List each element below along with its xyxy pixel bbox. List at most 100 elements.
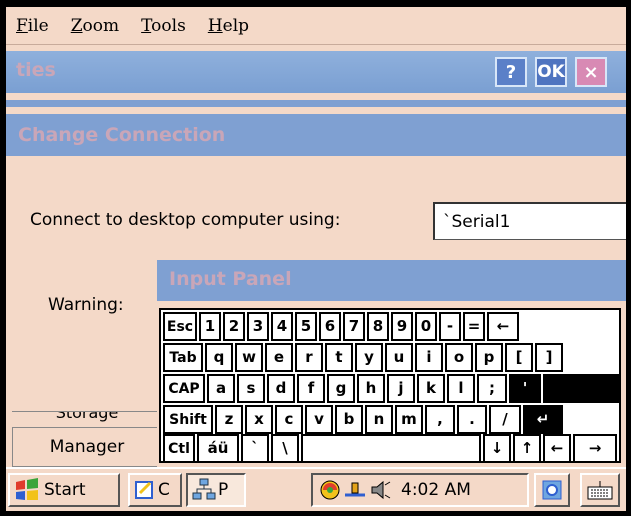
key-tab[interactable]: Tab: [163, 343, 203, 372]
close-button[interactable]: ×: [575, 57, 607, 87]
system-tray: 4:02 AM: [311, 473, 529, 507]
menu-tools[interactable]: Tools: [141, 16, 186, 36]
key-z[interactable]: z: [215, 405, 243, 434]
taskbar-item-p[interactable]: P: [186, 473, 246, 507]
connection-combo-value: `Serial1: [443, 212, 511, 232]
key-right[interactable]: →: [573, 434, 617, 463]
window-title-bar: ties ? OK ×: [6, 51, 626, 93]
key-i[interactable]: i: [415, 343, 443, 372]
key-r[interactable]: r: [295, 343, 323, 372]
warning-label: Warning:: [48, 295, 124, 315]
key-a[interactable]: a: [207, 374, 235, 403]
connect-label: Connect to desktop computer using:: [30, 210, 341, 230]
key-p[interactable]: p: [475, 343, 503, 372]
key-8[interactable]: 8: [367, 312, 389, 341]
key-f[interactable]: f: [297, 374, 325, 403]
key-equals[interactable]: =: [463, 312, 485, 341]
help-button[interactable]: ?: [495, 57, 527, 87]
key-enter-extension[interactable]: [543, 374, 619, 403]
menu-bar: File Zoom Tools Help: [6, 7, 626, 45]
key-period[interactable]: .: [457, 405, 487, 434]
key-semicolon[interactable]: ;: [477, 374, 507, 403]
key-o[interactable]: o: [445, 343, 473, 372]
title-separator: [6, 100, 626, 107]
key-apostrophe[interactable]: ': [509, 374, 541, 403]
desktop-button[interactable]: [534, 473, 570, 507]
key-u[interactable]: u: [385, 343, 413, 372]
key-backtick[interactable]: `: [241, 434, 269, 463]
key-left[interactable]: ←: [543, 434, 571, 463]
key-6[interactable]: 6: [319, 312, 341, 341]
key-w[interactable]: w: [235, 343, 263, 372]
volume-icon[interactable]: [369, 479, 393, 501]
key-0[interactable]: 0: [415, 312, 437, 341]
input-panel-toggle[interactable]: [580, 473, 620, 507]
key-caps-lock[interactable]: CAP: [163, 374, 205, 403]
key-v[interactable]: v: [305, 405, 333, 434]
key-down[interactable]: ↓: [483, 434, 511, 463]
key-h[interactable]: h: [357, 374, 385, 403]
ok-button[interactable]: OK: [535, 57, 567, 87]
key-backspace[interactable]: ←: [487, 312, 519, 341]
storage-label: Storage: [55, 411, 119, 422]
key-g[interactable]: g: [327, 374, 355, 403]
key-3[interactable]: 3: [247, 312, 269, 341]
clock[interactable]: 4:02 AM: [401, 480, 471, 500]
key-m[interactable]: m: [395, 405, 423, 434]
key-accents[interactable]: áü: [197, 434, 239, 463]
input-panel-title-bar: Input Panel: [157, 260, 626, 301]
key-ctrl[interactable]: Ctl: [163, 434, 195, 463]
manager-item[interactable]: Manager: [12, 427, 162, 467]
key-open-bracket[interactable]: [: [505, 343, 533, 372]
section-header: Change Connection: [6, 114, 626, 156]
taskbar-item-c[interactable]: C: [128, 473, 182, 507]
input-panel-title: Input Panel: [169, 268, 292, 290]
input-panel: Input Panel Esc 1 2 3 4 5 6 7 8 9 0- = ← Tab q w e r t y u i o…: [157, 260, 626, 467]
key-enter[interactable]: ↵: [523, 405, 563, 434]
key-esc[interactable]: Esc: [163, 312, 197, 341]
menu-help[interactable]: Help: [208, 16, 249, 36]
key-up[interactable]: ↑: [513, 434, 541, 463]
start-label: Start: [44, 480, 86, 500]
desktop-icon: [541, 479, 563, 501]
key-slash[interactable]: /: [489, 405, 521, 434]
key-close-bracket[interactable]: ]: [535, 343, 563, 372]
key-x[interactable]: x: [245, 405, 273, 434]
connection-icon[interactable]: [343, 479, 367, 501]
connection-combo[interactable]: `Serial1: [433, 202, 626, 240]
key-9[interactable]: 9: [391, 312, 413, 341]
manager-label: Manager: [49, 437, 125, 457]
key-b[interactable]: b: [335, 405, 363, 434]
key-c[interactable]: c: [275, 405, 303, 434]
key-k[interactable]: k: [417, 374, 445, 403]
key-t[interactable]: t: [325, 343, 353, 372]
start-button[interactable]: Start: [8, 473, 120, 507]
key-n[interactable]: n: [365, 405, 393, 434]
key-y[interactable]: y: [355, 343, 383, 372]
window-title: ties: [16, 59, 56, 81]
key-space[interactable]: [301, 434, 481, 463]
key-minus[interactable]: -: [439, 312, 461, 341]
menu-zoom[interactable]: Zoom: [71, 16, 119, 36]
taskbar: Start C P 4:02 AM: [6, 467, 626, 511]
key-l[interactable]: l: [447, 374, 475, 403]
key-5[interactable]: 5: [295, 312, 317, 341]
menu-file[interactable]: File: [16, 16, 49, 36]
activesync-icon[interactable]: [319, 479, 341, 501]
key-shift[interactable]: Shift: [163, 405, 213, 434]
windows-flag-icon: [14, 478, 40, 502]
key-j[interactable]: j: [387, 374, 415, 403]
key-2[interactable]: 2: [223, 312, 245, 341]
network-icon: [192, 478, 216, 502]
key-e[interactable]: e: [265, 343, 293, 372]
key-4[interactable]: 4: [271, 312, 293, 341]
key-backslash[interactable]: \: [271, 434, 299, 463]
key-1[interactable]: 1: [199, 312, 221, 341]
section-heading: Change Connection: [18, 124, 226, 146]
taskbar-item-p-label: P: [218, 480, 229, 500]
key-q[interactable]: q: [205, 343, 233, 372]
key-7[interactable]: 7: [343, 312, 365, 341]
key-s[interactable]: s: [237, 374, 265, 403]
key-comma[interactable]: ,: [425, 405, 455, 434]
key-d[interactable]: d: [267, 374, 295, 403]
